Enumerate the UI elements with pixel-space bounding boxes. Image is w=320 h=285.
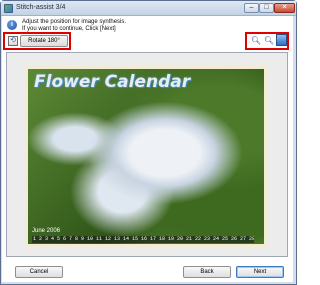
cancel-button[interactable]: Cancel: [15, 266, 63, 278]
app-icon: [4, 4, 13, 13]
image-date-text: June 2006: [32, 228, 61, 234]
window-title: Stitch-assist 3/4: [16, 4, 66, 11]
minimize-button[interactable]: –: [244, 3, 259, 13]
back-button[interactable]: Back: [183, 266, 231, 278]
info-icon: i: [7, 20, 17, 30]
instruction-text: Adjust the position for image synthesis.…: [22, 19, 126, 33]
rotate-180-button[interactable]: Rotate 180°: [20, 35, 68, 47]
next-button[interactable]: Next: [236, 266, 284, 278]
image-title-text: Flower Calendar: [34, 72, 191, 92]
zoom-in-icon[interactable]: 🔍︎: [250, 35, 262, 47]
maximize-button[interactable]: □: [259, 3, 274, 13]
preview-image[interactable]: [25, 66, 267, 247]
instruction-line-1: Adjust the position for image synthesis.: [22, 19, 127, 25]
title-bar: Stitch-assist 3/4 – □ ✕: [1, 1, 296, 16]
zoom-out-icon[interactable]: 🔍︎: [263, 35, 275, 47]
calendar-days-strip: 1 2 3 4 5 6 7 8 9 10 11 12 13 14 15 16 1…: [32, 236, 254, 243]
close-button[interactable]: ✕: [274, 3, 295, 13]
fit-to-window-icon[interactable]: [276, 34, 287, 46]
rotate-icon[interactable]: ⟲: [8, 36, 18, 46]
